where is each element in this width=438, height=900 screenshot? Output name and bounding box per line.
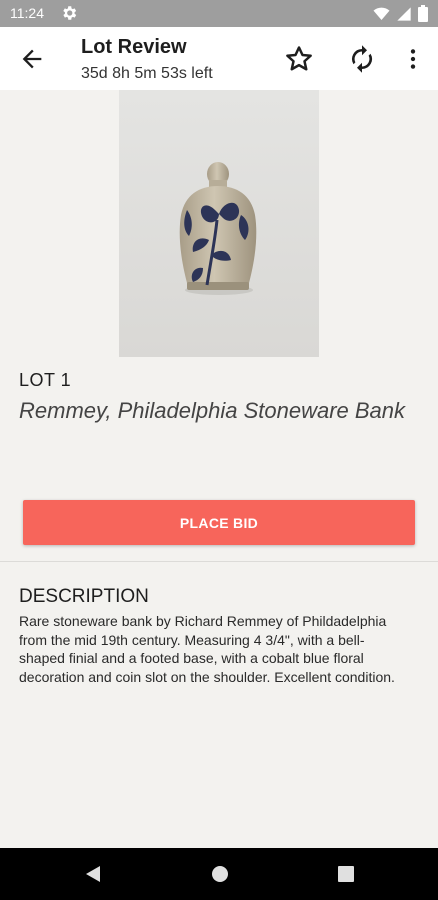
time-remaining: 35d 8h 5m 53s left <box>81 65 213 82</box>
nav-back-icon[interactable] <box>84 865 102 888</box>
lot-title: Remmey, Philadelphia Stoneware Bank <box>19 398 406 423</box>
nav-home-icon[interactable] <box>211 865 229 888</box>
stoneware-bank-image <box>119 90 319 357</box>
back-button[interactable] <box>18 45 46 73</box>
lot-image[interactable] <box>119 90 319 357</box>
description-heading: DESCRIPTION <box>19 586 149 607</box>
more-vert-icon <box>410 49 416 69</box>
description-text: Rare stoneware bank by Richard Remmey of… <box>19 613 395 685</box>
favorite-button[interactable] <box>284 44 314 74</box>
nav-recents-icon[interactable] <box>338 866 354 887</box>
more-options-button[interactable] <box>400 44 426 74</box>
place-bid-button[interactable]: PLACE BID <box>23 500 415 545</box>
system-nav-bar <box>0 848 438 900</box>
status-bar: 11:24 <box>0 0 438 27</box>
signal-icon <box>396 6 412 27</box>
status-time: 11:24 <box>10 5 44 21</box>
page-title: Lot Review <box>81 36 187 58</box>
wifi-icon <box>373 6 390 27</box>
gear-icon <box>60 4 78 27</box>
back-arrow-icon <box>22 49 42 69</box>
app-bar: Lot Review 35d 8h 5m 53s left <box>0 27 438 90</box>
refresh-button[interactable] <box>347 44 377 74</box>
battery-icon <box>418 5 428 27</box>
divider <box>0 561 438 562</box>
star-icon <box>286 46 312 71</box>
refresh-icon <box>352 45 372 73</box>
lot-number: LOT 1 <box>19 370 72 390</box>
